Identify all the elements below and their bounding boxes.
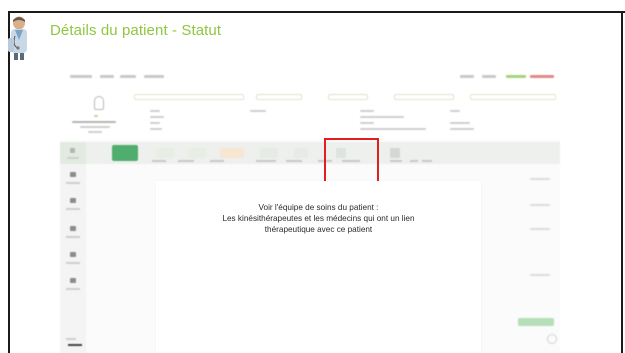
patient-header xyxy=(60,88,560,140)
callout-text: Voir l'équipe de soins du patient : Les … xyxy=(156,202,481,235)
slide-frame-right xyxy=(621,11,623,353)
callout-box: Voir l'équipe de soins du patient : Les … xyxy=(156,181,481,353)
slide-title: Détails du patient - Statut xyxy=(50,22,222,39)
patient-tabs xyxy=(60,142,560,164)
slide-frame-left xyxy=(8,11,10,353)
tab-active[interactable] xyxy=(112,145,138,161)
slide-frame-top xyxy=(8,11,625,13)
highlight-box xyxy=(324,138,379,183)
callout-line-2: Les kinésithérapeutes et les médecins qu… xyxy=(222,214,415,223)
app-left-sidebar xyxy=(60,164,86,353)
callout-line-1: Voir l'équipe de soins du patient : xyxy=(258,203,379,212)
tutorial-slide: Détails du patient - Statut Voir l'équip… xyxy=(0,0,625,353)
callout-line-3: thérapeutique avec ce patient xyxy=(264,225,373,234)
doctor-icon xyxy=(8,16,27,60)
help-icon[interactable] xyxy=(547,334,557,344)
avatar xyxy=(94,96,104,110)
save-button[interactable] xyxy=(518,318,554,326)
app-top-navbar xyxy=(60,64,560,88)
